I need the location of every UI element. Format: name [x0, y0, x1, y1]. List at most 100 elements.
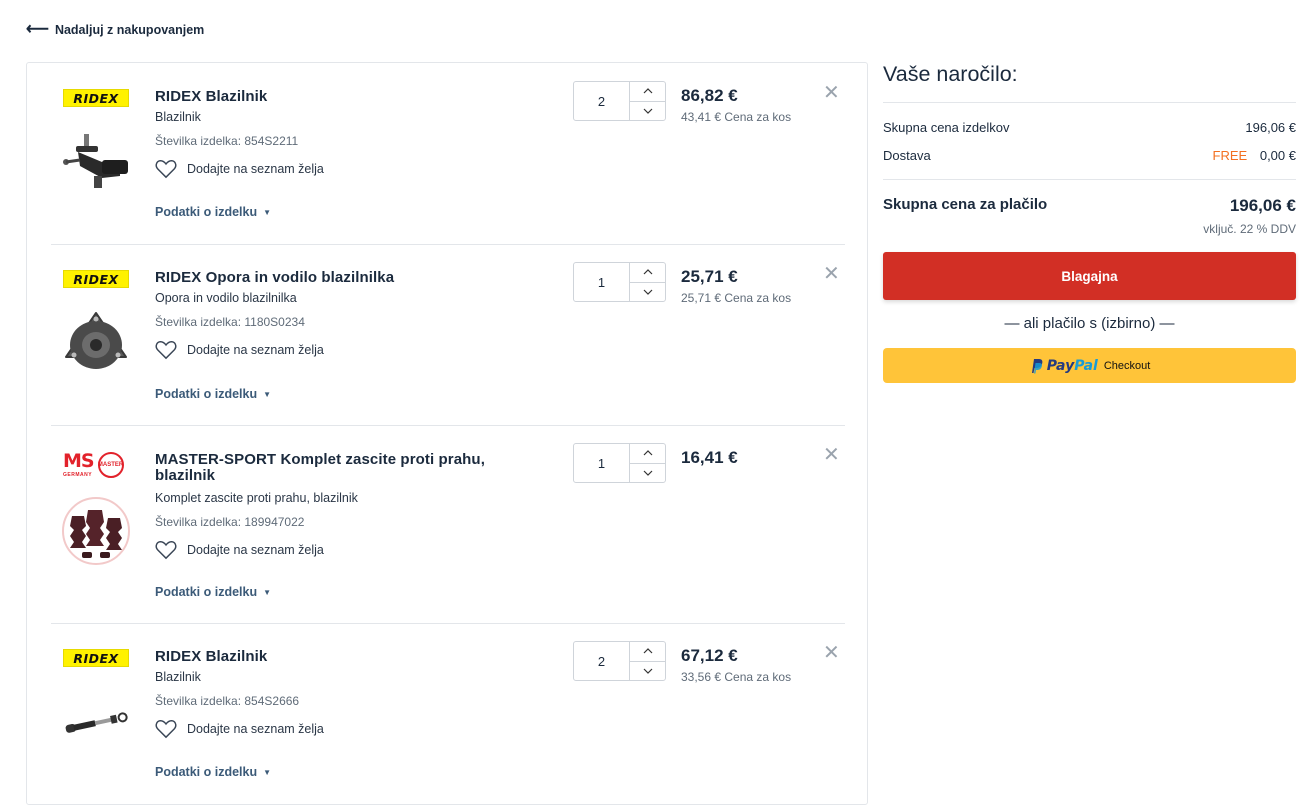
paypal-icon	[1031, 358, 1043, 373]
shipping-row: Dostava FREE 0,00 €	[883, 148, 1296, 163]
paypal-checkout-label: Checkout	[1103, 359, 1151, 372]
ridex-logo: RIDEX	[63, 270, 129, 288]
item-number: Številka izdelka: 854S2211	[155, 134, 299, 148]
quantity-increase-button[interactable]	[630, 82, 665, 101]
shock-absorber-strut-icon	[55, 121, 137, 203]
chevron-up-icon	[643, 648, 652, 654]
checkout-button[interactable]: Blagajna	[883, 252, 1296, 300]
chevron-down-icon	[643, 668, 652, 674]
strut-mount-icon	[55, 302, 137, 384]
add-to-wishlist[interactable]: Dodajte na seznam želja	[155, 719, 324, 739]
shipping-label: Dostava	[883, 148, 931, 163]
remove-item-icon[interactable]: ✕	[823, 83, 840, 103]
paypal-logo-pay: Pay	[1046, 357, 1075, 374]
paypal-logo-pal: Pal	[1074, 357, 1098, 374]
heart-icon	[155, 341, 177, 360]
grand-total-label: Skupna cena za plačilo	[883, 196, 1048, 213]
quantity-decrease-button[interactable]	[630, 100, 665, 121]
ms-logo-seal: MASTER	[97, 452, 124, 478]
quantity-value[interactable]: 2	[574, 82, 630, 120]
product-details-toggle[interactable]: Podatki o izdelku ▼	[155, 387, 271, 401]
shock-absorber-icon	[55, 681, 137, 763]
caret-down-icon: ▼	[263, 587, 272, 597]
ms-logo-text: MS	[63, 450, 95, 472]
arrow-left-icon: ⟵	[26, 21, 49, 38]
quantity-increase-button[interactable]	[630, 263, 665, 282]
chevron-down-icon	[643, 470, 652, 476]
add-to-wishlist[interactable]: Dodajte na seznam želja	[155, 340, 324, 360]
grand-total-row: Skupna cena za plačilo 196,06 €	[883, 196, 1296, 216]
item-price: 16,41 €	[681, 448, 738, 467]
item-subtitle: Opora in vodilo blazilnilka	[155, 291, 297, 305]
cart-item: RIDEX RIDEX Blazilnik Blazilnik Številka…	[51, 81, 845, 249]
item-subtitle: Blazilnik	[155, 110, 201, 124]
item-price: 86,82 €	[681, 86, 738, 105]
chevron-down-icon	[643, 289, 652, 295]
quantity-value[interactable]: 2	[574, 642, 630, 680]
quantity-increase-button[interactable]	[630, 444, 665, 463]
quantity-stepper[interactable]: 1	[573, 443, 666, 483]
caret-down-icon: ▼	[263, 207, 272, 217]
quantity-increase-button[interactable]	[630, 642, 665, 661]
free-shipping-badge: FREE	[1212, 148, 1248, 163]
item-title[interactable]: RIDEX Blazilnik	[155, 649, 535, 665]
caret-down-icon: ▼	[263, 767, 272, 777]
divider	[883, 102, 1296, 103]
chevron-down-icon	[643, 108, 652, 114]
divider	[51, 425, 845, 426]
continue-shopping-link[interactable]: ⟵ Nadaljuj z nakupovanjem	[26, 22, 204, 38]
product-details-toggle[interactable]: Podatki o izdelku ▼	[155, 585, 271, 599]
add-to-wishlist[interactable]: Dodajte na seznam želja	[155, 159, 324, 179]
shipping-value: 0,00 €	[1259, 148, 1296, 163]
quantity-stepper[interactable]: 1	[573, 262, 666, 302]
alternative-payment-label: — ali plačilo s (izbirno) —	[1004, 315, 1175, 332]
details-label: Podatki o izdelku	[155, 765, 258, 779]
add-to-wishlist[interactable]: Dodajte na seznam želja	[155, 540, 324, 560]
unit-price: 43,41 € Cena za kos	[681, 110, 792, 124]
vat-note: vključ. 22 % DDV	[1203, 222, 1296, 236]
cart-item: MS GERMANY MASTER MASTER-SPORT Komplet z…	[51, 443, 845, 622]
cart-items-panel: RIDEX RIDEX Blazilnik Blazilnik Številka…	[26, 62, 868, 805]
quantity-decrease-button[interactable]	[630, 462, 665, 483]
chevron-up-icon	[643, 269, 652, 275]
caret-down-icon: ▼	[263, 389, 272, 399]
remove-item-icon[interactable]: ✕	[823, 643, 840, 663]
cart-item: RIDEX RIDEX Opora in vodilo blazilnilka …	[51, 262, 845, 430]
divider	[51, 244, 845, 245]
wishlist-label: Dodajte na seznam želja	[187, 162, 324, 176]
details-label: Podatki o izdelku	[155, 585, 258, 599]
item-price: 25,71 €	[681, 267, 738, 286]
product-details-toggle[interactable]: Podatki o izdelku ▼	[155, 765, 271, 779]
item-subtitle: Komplet zascite proti prahu, blazilnik	[155, 491, 358, 505]
quantity-stepper[interactable]: 2	[573, 641, 666, 681]
item-number: Številka izdelka: 854S2666	[155, 694, 300, 708]
remove-item-icon[interactable]: ✕	[823, 445, 840, 465]
quantity-value[interactable]: 1	[574, 444, 630, 482]
ridex-logo: RIDEX	[63, 649, 129, 667]
product-details-toggle[interactable]: Podatki o izdelku ▼	[155, 205, 271, 219]
quantity-value[interactable]: 1	[574, 263, 630, 301]
item-title[interactable]: RIDEX Opora in vodilo blazilnilka	[155, 270, 535, 286]
item-price: 67,12 €	[681, 646, 738, 665]
item-number: Številka izdelka: 1180S0234	[155, 315, 305, 329]
ms-logo-subtext: GERMANY	[63, 472, 93, 478]
heart-icon	[155, 160, 177, 179]
grand-total-value: 196,06 €	[1229, 196, 1296, 215]
item-title[interactable]: MASTER-SPORT Komplet zascite proti prahu…	[155, 452, 535, 484]
wishlist-label: Dodajte na seznam želja	[187, 722, 324, 736]
details-label: Podatki o izdelku	[155, 387, 258, 401]
products-total-value: 196,06 €	[1245, 120, 1296, 135]
order-summary-title: Vaše naročilo:	[883, 62, 1018, 86]
quantity-decrease-button[interactable]	[630, 660, 665, 681]
remove-item-icon[interactable]: ✕	[823, 264, 840, 284]
heart-icon	[155, 720, 177, 739]
products-total-row: Skupna cena izdelkov 196,06 €	[883, 120, 1296, 135]
quantity-decrease-button[interactable]	[630, 281, 665, 302]
quantity-stepper[interactable]: 2	[573, 81, 666, 121]
details-label: Podatki o izdelku	[155, 205, 258, 219]
item-title[interactable]: RIDEX Blazilnik	[155, 89, 535, 105]
paypal-checkout-button[interactable]: PayPal Checkout	[883, 348, 1296, 383]
unit-price: 33,56 € Cena za kos	[681, 670, 792, 684]
heart-icon	[155, 541, 177, 560]
chevron-up-icon	[643, 88, 652, 94]
